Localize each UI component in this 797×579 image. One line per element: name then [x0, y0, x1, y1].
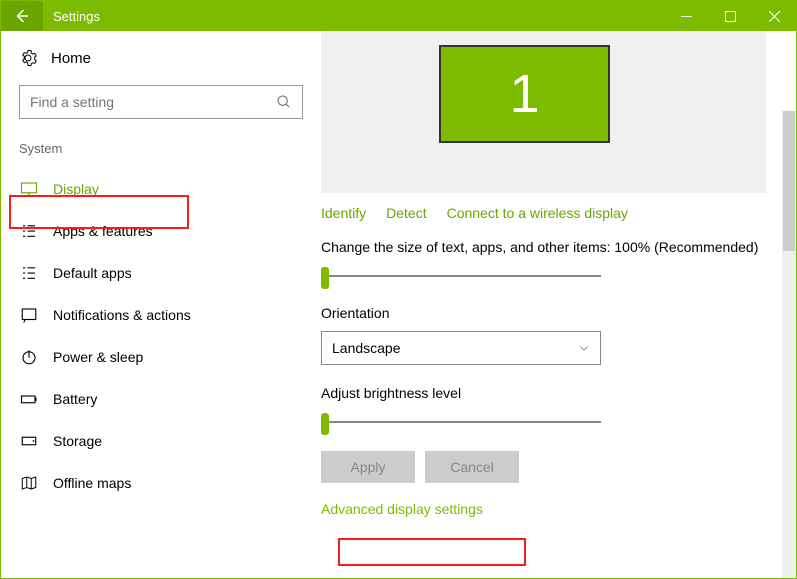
arrow-left-icon	[13, 7, 31, 25]
battery-icon	[19, 390, 39, 408]
monitor-arrangement-area[interactable]: 1	[321, 31, 766, 193]
close-button[interactable]	[752, 1, 796, 31]
brightness-label: Adjust brightness level	[321, 385, 766, 401]
minimize-button[interactable]	[664, 1, 708, 31]
search-icon	[276, 94, 292, 110]
sidebar-item-battery[interactable]: Battery	[11, 378, 311, 420]
sidebar-item-display[interactable]: Display	[11, 168, 311, 210]
brightness-slider[interactable]	[321, 411, 601, 435]
sidebar-item-label: Offline maps	[53, 475, 131, 491]
scrollbar[interactable]	[782, 111, 796, 578]
orientation-select[interactable]: Landscape	[321, 331, 601, 365]
notification-icon	[19, 306, 39, 324]
sidebar-home[interactable]: Home	[11, 45, 311, 71]
sidebar-item-notifications[interactable]: Notifications & actions	[11, 294, 311, 336]
sidebar-item-label: Default apps	[53, 265, 132, 281]
sidebar-item-label: Apps & features	[53, 223, 153, 239]
maximize-icon	[725, 11, 736, 22]
sidebar-category-label: System	[11, 141, 311, 168]
detect-link[interactable]: Detect	[386, 205, 426, 221]
search-box[interactable]	[19, 85, 303, 119]
content-area: 1 Identify Detect Connect to a wireless …	[321, 31, 796, 578]
defaults-icon	[19, 264, 39, 282]
back-button[interactable]	[1, 1, 43, 31]
sidebar-item-label: Power & sleep	[53, 349, 143, 365]
power-icon	[19, 348, 39, 366]
scrollbar-thumb[interactable]	[783, 111, 795, 251]
orientation-value: Landscape	[332, 340, 401, 356]
minimize-icon	[681, 11, 692, 22]
orientation-label: Orientation	[321, 305, 766, 321]
gear-icon	[19, 49, 37, 67]
chevron-down-icon	[578, 342, 590, 354]
scale-label: Change the size of text, apps, and other…	[321, 239, 766, 255]
sidebar-item-default-apps[interactable]: Default apps	[11, 252, 311, 294]
sidebar-item-apps[interactable]: Apps & features	[11, 210, 311, 252]
sidebar-item-label: Battery	[53, 391, 97, 407]
sidebar-item-label: Storage	[53, 433, 102, 449]
connect-wireless-link[interactable]: Connect to a wireless display	[447, 205, 628, 221]
cancel-button[interactable]: Cancel	[425, 451, 519, 483]
sidebar-item-power[interactable]: Power & sleep	[11, 336, 311, 378]
sidebar-home-label: Home	[51, 50, 91, 67]
storage-icon	[19, 432, 39, 450]
close-icon	[769, 11, 780, 22]
list-icon	[19, 222, 39, 240]
sidebar-item-label: Display	[53, 181, 99, 197]
sidebar-item-label: Notifications & actions	[53, 307, 191, 323]
window-title: Settings	[43, 1, 110, 31]
slider-thumb[interactable]	[321, 413, 329, 435]
monitor-icon	[19, 180, 39, 198]
scale-slider[interactable]	[321, 265, 601, 289]
search-input[interactable]	[30, 94, 276, 110]
monitor-tile-1[interactable]: 1	[439, 45, 610, 143]
sidebar: Home System Display Apps & features Defa…	[1, 31, 321, 578]
titlebar: Settings	[1, 1, 796, 31]
sidebar-item-storage[interactable]: Storage	[11, 420, 311, 462]
slider-thumb[interactable]	[321, 267, 329, 289]
apply-button[interactable]: Apply	[321, 451, 415, 483]
advanced-display-settings-link[interactable]: Advanced display settings	[321, 501, 483, 517]
identify-link[interactable]: Identify	[321, 205, 366, 221]
map-icon	[19, 474, 39, 492]
sidebar-item-offline-maps[interactable]: Offline maps	[11, 462, 311, 504]
maximize-button[interactable]	[708, 1, 752, 31]
